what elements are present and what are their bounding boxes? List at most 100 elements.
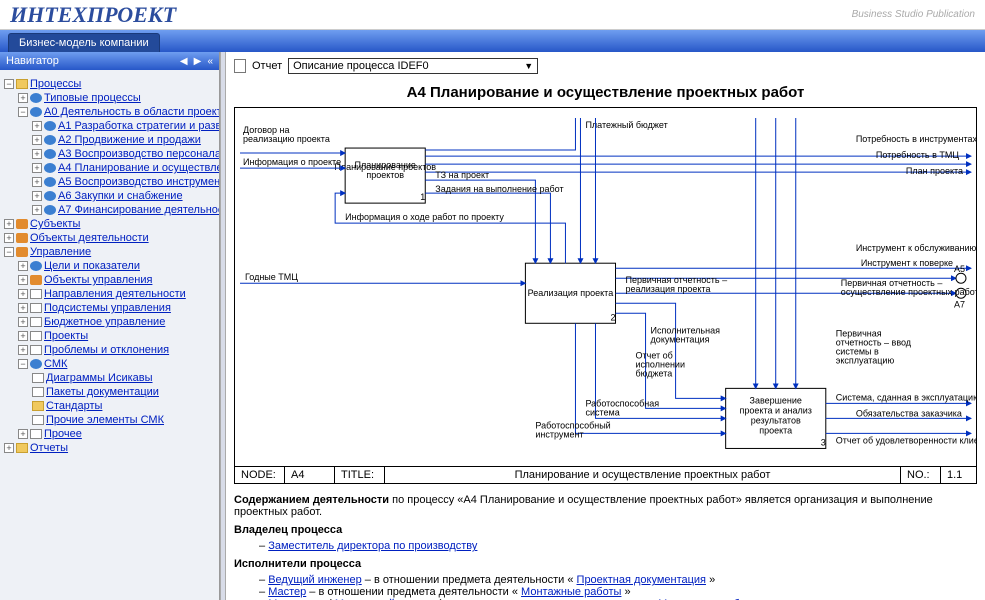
toggle-icon[interactable]: + [18, 303, 28, 313]
item-icon [30, 359, 42, 369]
tree-typical[interactable]: Типовые процессы [44, 92, 141, 104]
collapse-icon[interactable]: « [207, 56, 213, 67]
svg-text:А5: А5 [954, 264, 965, 274]
exec2-link[interactable]: Мастер [268, 586, 306, 598]
tree-a5[interactable]: А5 Воспроизводство инструмента [58, 176, 219, 188]
toggle-icon[interactable]: + [18, 317, 28, 327]
item-icon [30, 303, 42, 313]
owner-link[interactable]: Заместитель директора по производству [268, 540, 477, 552]
tree-a7[interactable]: А7 Финансирование деятельности и расч [58, 204, 219, 216]
tree-standards[interactable]: Стандарты [46, 400, 102, 412]
tree-reports[interactable]: Отчеты [30, 442, 68, 454]
tree-subjects[interactable]: Субъекты [30, 218, 80, 230]
tree-a0[interactable]: А0 Деятельность в области проектирования… [44, 106, 219, 118]
toggle-icon[interactable]: + [18, 93, 28, 103]
footer-title: Планирование и осуществление проектных р… [385, 467, 901, 483]
toggle-icon[interactable]: + [32, 135, 42, 145]
exec1-link[interactable]: Ведущий инженер [268, 574, 362, 586]
tree-goals[interactable]: Цели и показатели [44, 260, 140, 272]
tab-business-model[interactable]: Бизнес-модель компании [8, 33, 160, 52]
toggle-icon[interactable]: + [18, 289, 28, 299]
toggle-icon[interactable]: + [18, 429, 28, 439]
toggle-icon[interactable]: + [18, 261, 28, 271]
toggle-icon[interactable]: + [32, 149, 42, 159]
management-icon [16, 247, 28, 257]
svg-text:Обязательства заказчика: Обязательства заказчика [856, 408, 962, 418]
owner-label: Владелец процесса [234, 524, 977, 536]
sidebar: Навигатор ◀ ▶ « −Процессы +Типовые проце… [0, 52, 220, 600]
toggle-icon[interactable]: − [4, 79, 14, 89]
toggle-icon[interactable]: − [4, 247, 14, 257]
tree-processes[interactable]: Процессы [30, 78, 81, 90]
report-toolbar: Отчет Описание процесса IDEF0 ▼ [234, 58, 977, 74]
exec2-link2[interactable]: Монтажные работы [521, 586, 621, 598]
content-area: Отчет Описание процесса IDEF0 ▼ А4 Плани… [226, 52, 985, 600]
diagram-svg: Планирование проектов Планирование проек… [235, 108, 976, 463]
process-icon [44, 177, 56, 187]
tree-a6[interactable]: А6 Закупки и снабжение [58, 190, 183, 202]
report-select[interactable]: Описание процесса IDEF0 ▼ [288, 58, 538, 74]
footer-node-label: NODE: [235, 467, 285, 483]
exec1-link2[interactable]: Проектная документация [577, 574, 706, 586]
document-icon [234, 59, 246, 73]
tree-directions[interactable]: Направления деятельности [44, 288, 186, 300]
toggle-icon[interactable]: + [32, 163, 42, 173]
footer-title-label: TITLE: [335, 467, 385, 483]
folder-icon [16, 79, 28, 89]
svg-text:Потребность в ТМЦ: Потребность в ТМЦ [876, 150, 960, 160]
tree-subsystems[interactable]: Подсистемы управления [44, 302, 171, 314]
process-icon [30, 107, 42, 117]
toggle-icon[interactable]: + [32, 121, 42, 131]
tree-a4[interactable]: А4 Планирование и осуществление про [58, 162, 219, 174]
chevron-left-icon[interactable]: ◀ [180, 56, 188, 67]
svg-text:реализация проекта: реализация проекта [626, 284, 711, 294]
svg-text:ТЗ на проект: ТЗ на проект [435, 170, 489, 180]
tree-other-smk[interactable]: Прочие элементы СМК [46, 414, 164, 426]
tree-problems[interactable]: Проблемы и отклонения [44, 344, 169, 356]
toggle-icon[interactable]: − [18, 107, 28, 117]
toggle-icon[interactable]: + [4, 233, 14, 243]
toggle-icon[interactable]: + [4, 443, 14, 453]
toggle-icon[interactable]: + [32, 177, 42, 187]
tree-budget[interactable]: Бюджетное управление [44, 316, 165, 328]
svg-text:1: 1 [420, 192, 425, 202]
svg-text:Платежный бюджет: Платежный бюджет [585, 120, 667, 130]
subject-icon [16, 219, 28, 229]
tree-a1[interactable]: А1 Разработка стратегии и развитие бизн [58, 120, 219, 132]
svg-text:План проекта: План проекта [906, 166, 963, 176]
toggle-icon[interactable]: + [18, 345, 28, 355]
tree-smk[interactable]: СМК [44, 358, 67, 370]
tree-a2[interactable]: А2 Продвижение и продажи [58, 134, 201, 146]
tree-projects[interactable]: Проекты [44, 330, 88, 342]
tree-other[interactable]: Прочее [44, 428, 82, 440]
svg-text:3: 3 [821, 437, 826, 447]
tree-mgmt-objects[interactable]: Объекты управления [44, 274, 152, 286]
toggle-icon[interactable]: + [32, 191, 42, 201]
toggle-icon[interactable]: + [32, 205, 42, 215]
svg-text:проектов: проектов [366, 170, 404, 180]
svg-text:Инструмент к поверке: Инструмент к поверке [861, 258, 953, 268]
toggle-icon[interactable]: − [18, 359, 28, 369]
process-icon [44, 205, 56, 215]
tree-a3[interactable]: А3 Воспроизводство персонала [58, 148, 219, 160]
toggle-icon[interactable]: + [18, 331, 28, 341]
chevron-down-icon: ▼ [524, 61, 533, 71]
tab-bar: Бизнес-модель компании [0, 30, 985, 52]
report-label: Отчет [252, 60, 282, 72]
tree-management[interactable]: Управление [30, 246, 91, 258]
tree-ishikawa[interactable]: Диаграммы Исикавы [46, 372, 153, 384]
process-icon [44, 135, 56, 145]
tree-doc-packages[interactable]: Пакеты документации [46, 386, 159, 398]
chevron-right-icon[interactable]: ▶ [194, 56, 202, 67]
item-icon [30, 317, 42, 327]
toggle-icon[interactable]: + [4, 219, 14, 229]
toggle-icon[interactable]: + [18, 275, 28, 285]
process-icon [30, 93, 42, 103]
diagram-footer: NODE: А4 TITLE: Планирование и осуществл… [235, 466, 976, 483]
tree-objects[interactable]: Объекты деятельности [30, 232, 149, 244]
svg-text:документация: документация [651, 334, 710, 344]
svg-text:осуществление проектных работ: осуществление проектных работ [841, 287, 976, 297]
footer-no: 1.1 [941, 467, 976, 483]
process-icon [44, 191, 56, 201]
process-icon [44, 163, 56, 173]
